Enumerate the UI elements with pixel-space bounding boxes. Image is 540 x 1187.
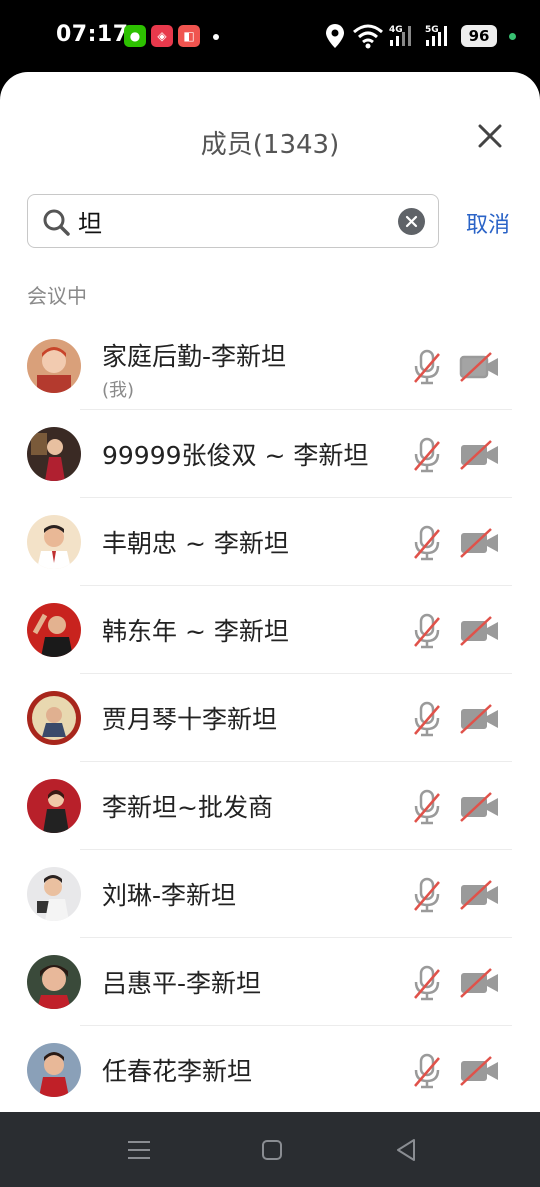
avatar xyxy=(27,339,81,393)
member-name: 吕惠平-李新坦 xyxy=(102,969,262,998)
member-row[interactable]: 任春花李新坦 xyxy=(0,1026,540,1112)
bilibili-icon: ◈ xyxy=(151,25,173,47)
active-indicator-icon xyxy=(509,33,516,40)
svg-text:5G: 5G xyxy=(425,25,439,35)
avatar xyxy=(27,867,81,921)
member-list: 家庭后勤-李新坦 (我) 99999张俊双 ~ 李新坦 丰朝忠 ~ 李新坦 韩东… xyxy=(0,322,540,1112)
wifi-icon xyxy=(353,24,383,49)
avatar xyxy=(27,779,81,833)
member-row[interactable]: 李新坦~批发商 xyxy=(0,762,540,850)
avatar xyxy=(27,603,81,657)
member-row[interactable]: 吕惠平-李新坦 xyxy=(0,938,540,1026)
clear-search-button[interactable] xyxy=(398,208,425,235)
member-row[interactable]: 丰朝忠 ~ 李新坦 xyxy=(0,498,540,586)
member-name: 丰朝忠 ~ 李新坦 xyxy=(102,529,289,558)
avatar xyxy=(27,427,81,481)
member-self-tag: (我) xyxy=(102,380,135,401)
battery-icon: 96 xyxy=(461,25,497,47)
member-name: 任春花李新坦 xyxy=(102,1057,253,1086)
search-icon xyxy=(43,209,70,236)
page-title: 成员(1343) xyxy=(200,130,340,160)
camera-off-icon[interactable] xyxy=(458,527,502,559)
mic-muted-icon[interactable] xyxy=(412,1053,442,1089)
close-button[interactable] xyxy=(470,116,510,156)
mic-muted-icon[interactable] xyxy=(412,525,442,561)
camera-off-icon[interactable] xyxy=(458,351,502,383)
camera-off-icon[interactable] xyxy=(458,1055,502,1087)
mic-muted-icon[interactable] xyxy=(412,789,442,825)
search-input[interactable] xyxy=(78,201,378,241)
clear-icon xyxy=(405,215,418,228)
members-sheet: 成员(1343) 取消 会议中 家庭后勤-李新坦 (我) xyxy=(0,72,540,1112)
camera-off-icon[interactable] xyxy=(458,703,502,735)
camera-off-icon[interactable] xyxy=(458,615,502,647)
system-nav-bar xyxy=(0,1112,540,1187)
camera-off-icon[interactable] xyxy=(458,967,502,999)
status-time: 07:17 xyxy=(56,22,129,47)
mic-muted-icon[interactable] xyxy=(412,437,442,473)
member-row[interactable]: 刘琳-李新坦 xyxy=(0,850,540,938)
member-name: 99999张俊双 ~ 李新坦 xyxy=(102,441,369,470)
section-label-in-meeting: 会议中 xyxy=(27,284,87,308)
status-bar: 07:17 ● ◈ ◧ 4G 5G 96 xyxy=(0,0,540,72)
wechat-icon: ● xyxy=(124,25,146,47)
member-row[interactable]: 家庭后勤-李新坦 (我) xyxy=(0,322,540,410)
svg-text:4G: 4G xyxy=(389,25,403,35)
mic-muted-icon[interactable] xyxy=(412,613,442,649)
camera-off-icon[interactable] xyxy=(458,791,502,823)
back-icon[interactable] xyxy=(392,1136,420,1164)
member-row[interactable]: 贾月琴十李新坦 xyxy=(0,674,540,762)
avatar xyxy=(27,1043,81,1097)
close-icon xyxy=(478,124,502,148)
mic-muted-icon[interactable] xyxy=(412,701,442,737)
mic-muted-icon[interactable] xyxy=(412,965,442,1001)
avatar xyxy=(27,955,81,1009)
member-row[interactable]: 99999张俊双 ~ 李新坦 xyxy=(0,410,540,498)
member-name: 韩东年 ~ 李新坦 xyxy=(102,617,289,646)
location-icon xyxy=(326,24,344,48)
member-name: 刘琳-李新坦 xyxy=(102,881,237,910)
avatar xyxy=(27,515,81,569)
camera-off-icon[interactable] xyxy=(458,439,502,471)
signal-5g-icon: 5G xyxy=(425,25,447,46)
camera-off-icon[interactable] xyxy=(458,879,502,911)
home-icon[interactable] xyxy=(258,1136,286,1164)
avatar xyxy=(27,691,81,745)
notification-dot-icon xyxy=(213,34,219,40)
cancel-button[interactable]: 取消 xyxy=(466,207,510,239)
signal-4g-icon: 4G xyxy=(389,25,411,46)
mic-muted-icon[interactable] xyxy=(412,877,442,913)
member-name: 家庭后勤-李新坦 xyxy=(102,342,287,371)
menu-icon[interactable] xyxy=(125,1136,153,1164)
member-name: 贾月琴十李新坦 xyxy=(102,705,278,734)
member-name: 李新坦~批发商 xyxy=(102,793,273,822)
meituan-icon: ◧ xyxy=(178,25,200,47)
search-box[interactable] xyxy=(27,194,439,248)
member-row[interactable]: 韩东年 ~ 李新坦 xyxy=(0,586,540,674)
mic-muted-icon[interactable] xyxy=(412,349,442,385)
